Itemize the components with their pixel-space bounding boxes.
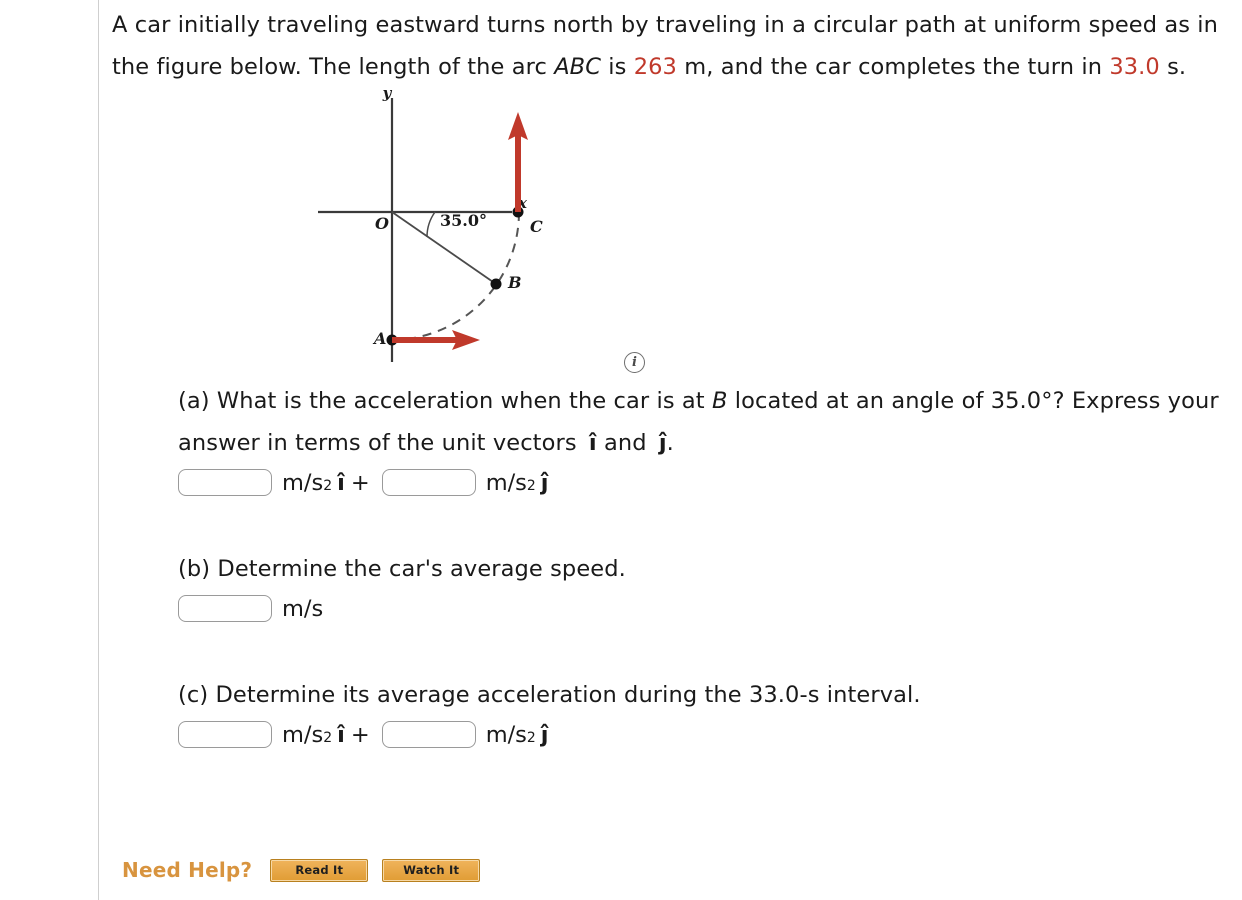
part-b-question: (b) Determine the car's average speed. bbox=[178, 556, 626, 582]
question-panel: A car initially traveling eastward turns… bbox=[112, 0, 1222, 748]
part-a-text-1: (a) What is the acceleration when the ca… bbox=[178, 388, 712, 414]
part-c-unit-j-vector: ĵ bbox=[540, 721, 549, 748]
stem-arc-label: ABC bbox=[554, 54, 602, 80]
arc-length-value: 263 bbox=[633, 54, 677, 80]
part-c-unit-i-base: m/s bbox=[282, 721, 324, 748]
part-c-input-j[interactable] bbox=[381, 721, 476, 748]
point-c-label: C bbox=[530, 217, 543, 236]
part-c-plus: + bbox=[350, 721, 370, 748]
part-c-unit-j-base: m/s bbox=[485, 721, 527, 748]
part-a-unit-j: m/s 2 ĵ bbox=[485, 469, 549, 496]
problem-figure: y x O 35.0° C B A i bbox=[212, 90, 672, 380]
unit-vector-i-inline: î bbox=[588, 430, 597, 456]
point-a-label: A bbox=[372, 329, 386, 348]
origin-label: O bbox=[375, 214, 389, 233]
part-a-input-i[interactable] bbox=[178, 469, 272, 496]
part-a-and: and bbox=[596, 430, 654, 456]
part-c: (c) Determine its average acceleration d… bbox=[178, 674, 1222, 748]
read-it-button[interactable]: Read It bbox=[270, 858, 369, 882]
need-help-label: Need Help? bbox=[122, 858, 253, 882]
stem-text-4: s. bbox=[1159, 54, 1187, 80]
part-a-input-j[interactable] bbox=[381, 469, 476, 496]
part-c-input-i[interactable] bbox=[178, 721, 272, 748]
point-b-label: B bbox=[507, 273, 522, 292]
spacer-b-c bbox=[112, 622, 1222, 674]
part-a-unit-i: m/s 2 î bbox=[282, 469, 345, 496]
figure-svg: y x O 35.0° C B A bbox=[318, 90, 543, 362]
info-icon[interactable]: i bbox=[624, 352, 645, 373]
part-a-answer-row: m/s 2 î + m/s 2 ĵ bbox=[178, 469, 1222, 496]
watch-it-button[interactable]: Watch It bbox=[382, 858, 481, 882]
spacer-a-b bbox=[112, 496, 1222, 548]
part-a-unit-i-vector: î bbox=[337, 469, 345, 496]
part-a-unit-i-base: m/s bbox=[282, 469, 324, 496]
unit-vector-j-inline: ĵ bbox=[658, 430, 667, 456]
angle-label: 35.0° bbox=[440, 211, 487, 230]
part-b-unit: m/s bbox=[282, 595, 324, 622]
problem-statement: A car initially traveling eastward turns… bbox=[112, 0, 1222, 88]
y-axis-label: y bbox=[382, 90, 393, 102]
panel-left-divider bbox=[98, 0, 99, 900]
part-a-plus: + bbox=[350, 469, 370, 496]
part-c-question: (c) Determine its average acceleration d… bbox=[178, 682, 921, 708]
circular-path-arc bbox=[390, 211, 520, 341]
part-c-answer-row: m/s 2 î + m/s 2 ĵ bbox=[178, 721, 1222, 748]
part-b: (b) Determine the car's average speed. m… bbox=[178, 548, 1222, 622]
part-a-unit-j-base: m/s bbox=[485, 469, 527, 496]
part-a: (a) What is the acceleration when the ca… bbox=[178, 380, 1222, 496]
part-b-input-speed[interactable] bbox=[178, 595, 272, 622]
part-c-unit-j: m/s 2 ĵ bbox=[485, 721, 549, 748]
part-a-question: (a) What is the acceleration when the ca… bbox=[178, 380, 1222, 464]
need-help-section: Need Help? Read It Watch It bbox=[122, 858, 481, 882]
part-c-unit-i: m/s 2 î bbox=[282, 721, 345, 748]
stem-text-2: is bbox=[601, 54, 634, 80]
part-b-answer-row: m/s bbox=[178, 595, 1222, 622]
part-a-period: . bbox=[666, 430, 674, 456]
angle-arc-marker bbox=[426, 211, 436, 238]
point-b-dot bbox=[490, 278, 502, 290]
part-a-unit-j-vector: ĵ bbox=[540, 469, 549, 496]
time-value: 33.0 bbox=[1109, 54, 1160, 80]
stem-text-3: m, and the car completes the turn in bbox=[676, 54, 1110, 80]
part-c-unit-i-vector: î bbox=[337, 721, 345, 748]
part-a-point-b: B bbox=[711, 388, 728, 414]
